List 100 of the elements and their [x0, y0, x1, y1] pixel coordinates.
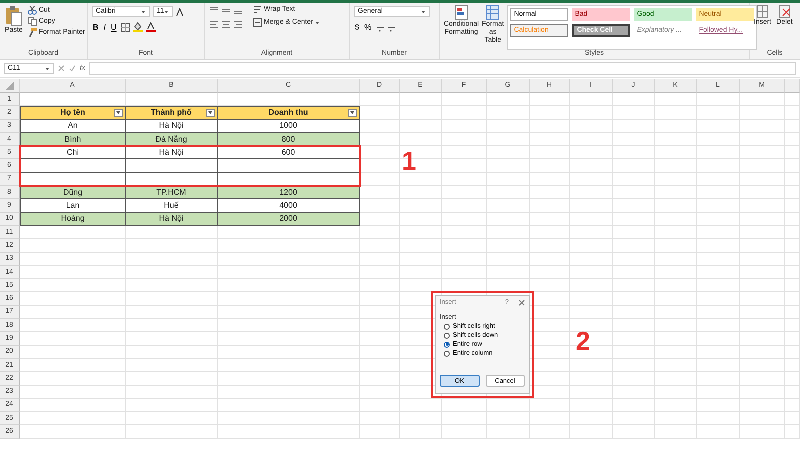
grid-cell[interactable]: [697, 346, 740, 359]
grid-cell[interactable]: [442, 398, 487, 412]
grid-cell[interactable]: [697, 199, 740, 213]
grid-cell[interactable]: [218, 398, 360, 412]
grid-cell[interactable]: [740, 199, 785, 213]
grid-cell[interactable]: [655, 358, 697, 372]
grid-cell[interactable]: [613, 279, 655, 292]
grid-cell[interactable]: [655, 319, 697, 332]
grid-cell[interactable]: [655, 159, 697, 173]
grid-cell[interactable]: [655, 372, 697, 386]
grid-cell[interactable]: [613, 292, 655, 306]
grid-cell[interactable]: [360, 412, 400, 426]
grid-cell[interactable]: [785, 319, 800, 332]
grid-cell[interactable]: [697, 252, 740, 266]
grid-cell[interactable]: [785, 132, 800, 146]
grid-cell[interactable]: [655, 106, 697, 120]
grid-cell[interactable]: [487, 226, 530, 240]
grid-cell[interactable]: [218, 386, 360, 399]
grid-cell[interactable]: [655, 212, 697, 226]
grid-cell[interactable]: [785, 346, 800, 359]
grid-cell[interactable]: [126, 372, 218, 386]
grid-cell[interactable]: [570, 226, 613, 240]
grid-cell[interactable]: [360, 266, 400, 280]
grid-cell[interactable]: [570, 172, 613, 186]
grid-cell[interactable]: [697, 172, 740, 186]
grid-cell[interactable]: [530, 186, 570, 200]
grid-cell[interactable]: [697, 186, 740, 200]
grid-cell[interactable]: [20, 226, 126, 240]
grid-cell[interactable]: [570, 386, 613, 399]
grid-cell[interactable]: [570, 398, 613, 412]
grid-cell[interactable]: [613, 372, 655, 386]
grid-cell[interactable]: [487, 132, 530, 146]
grid-cell[interactable]: [570, 292, 613, 306]
percent-button[interactable]: %: [363, 23, 373, 32]
grid-cell[interactable]: [442, 226, 487, 240]
grid-cell[interactable]: [655, 386, 697, 399]
grid-cell[interactable]: [570, 306, 613, 320]
grid-cell[interactable]: [360, 292, 400, 306]
grid-cell[interactable]: [360, 319, 400, 332]
filter-button[interactable]: [114, 109, 123, 118]
grid-cell[interactable]: [655, 93, 697, 106]
grid-cell[interactable]: [360, 120, 400, 133]
grid-cell[interactable]: [487, 186, 530, 200]
grid-cell[interactable]: [530, 266, 570, 280]
grid-cell[interactable]: [530, 159, 570, 173]
grid-cell[interactable]: [400, 279, 442, 292]
grid-cell[interactable]: [570, 199, 613, 213]
grid-cell[interactable]: [613, 106, 655, 120]
grid-cell[interactable]: [570, 120, 613, 133]
grid-cell[interactable]: [655, 332, 697, 346]
grid-cell[interactable]: [613, 226, 655, 240]
grid-cell[interactable]: [20, 386, 126, 399]
grid-cell[interactable]: [218, 252, 360, 266]
grid-cell[interactable]: [487, 199, 530, 213]
grid-cell[interactable]: [570, 146, 613, 160]
underline-button[interactable]: U: [110, 22, 118, 32]
grid-cell[interactable]: [360, 239, 400, 253]
grid-cell[interactable]: [530, 106, 570, 120]
grid-cell[interactable]: [697, 358, 740, 372]
grid-cell[interactable]: [697, 319, 740, 332]
grid-cell[interactable]: [697, 132, 740, 146]
grid-cell[interactable]: [487, 266, 530, 280]
grid-cell[interactable]: [785, 199, 800, 213]
grid-cell[interactable]: [740, 412, 785, 426]
grid-cell[interactable]: [740, 120, 785, 133]
grid-cell[interactable]: [740, 398, 785, 412]
grid-cell[interactable]: [20, 292, 126, 306]
grid-cell[interactable]: [360, 132, 400, 146]
grid-cell[interactable]: [697, 425, 740, 439]
column-header[interactable]: [785, 79, 800, 93]
grid-cell[interactable]: [785, 120, 800, 133]
grid-cell[interactable]: [530, 212, 570, 226]
grid-cell[interactable]: [570, 186, 613, 200]
currency-button[interactable]: $: [354, 23, 360, 32]
grid-cell[interactable]: [697, 332, 740, 346]
grid-cell[interactable]: [400, 398, 442, 412]
grid-cell[interactable]: [785, 332, 800, 346]
grid-cell[interactable]: [360, 358, 400, 372]
grid-cell[interactable]: [785, 372, 800, 386]
grid-cell[interactable]: [740, 239, 785, 253]
grid-cell[interactable]: [20, 372, 126, 386]
grid-cell[interactable]: [400, 226, 442, 240]
grid-cell[interactable]: [126, 425, 218, 439]
grid-cell[interactable]: [613, 252, 655, 266]
grid-cell[interactable]: [740, 146, 785, 160]
grid-cell[interactable]: [400, 425, 442, 439]
grid-cell[interactable]: [697, 306, 740, 320]
grid-cell[interactable]: [20, 306, 126, 320]
grid-cell[interactable]: [785, 398, 800, 412]
filter-button[interactable]: [348, 109, 357, 118]
select-all-button[interactable]: [0, 79, 20, 93]
grid-cell[interactable]: [360, 386, 400, 399]
grid-cell[interactable]: [740, 93, 785, 106]
grid-cell[interactable]: [442, 172, 487, 186]
grid-cell[interactable]: [126, 319, 218, 332]
grid-cell[interactable]: [785, 306, 800, 320]
radio-button[interactable]: [444, 324, 450, 330]
grid-cell[interactable]: [785, 279, 800, 292]
grid-cell[interactable]: [740, 372, 785, 386]
grid-cell[interactable]: [785, 386, 800, 399]
